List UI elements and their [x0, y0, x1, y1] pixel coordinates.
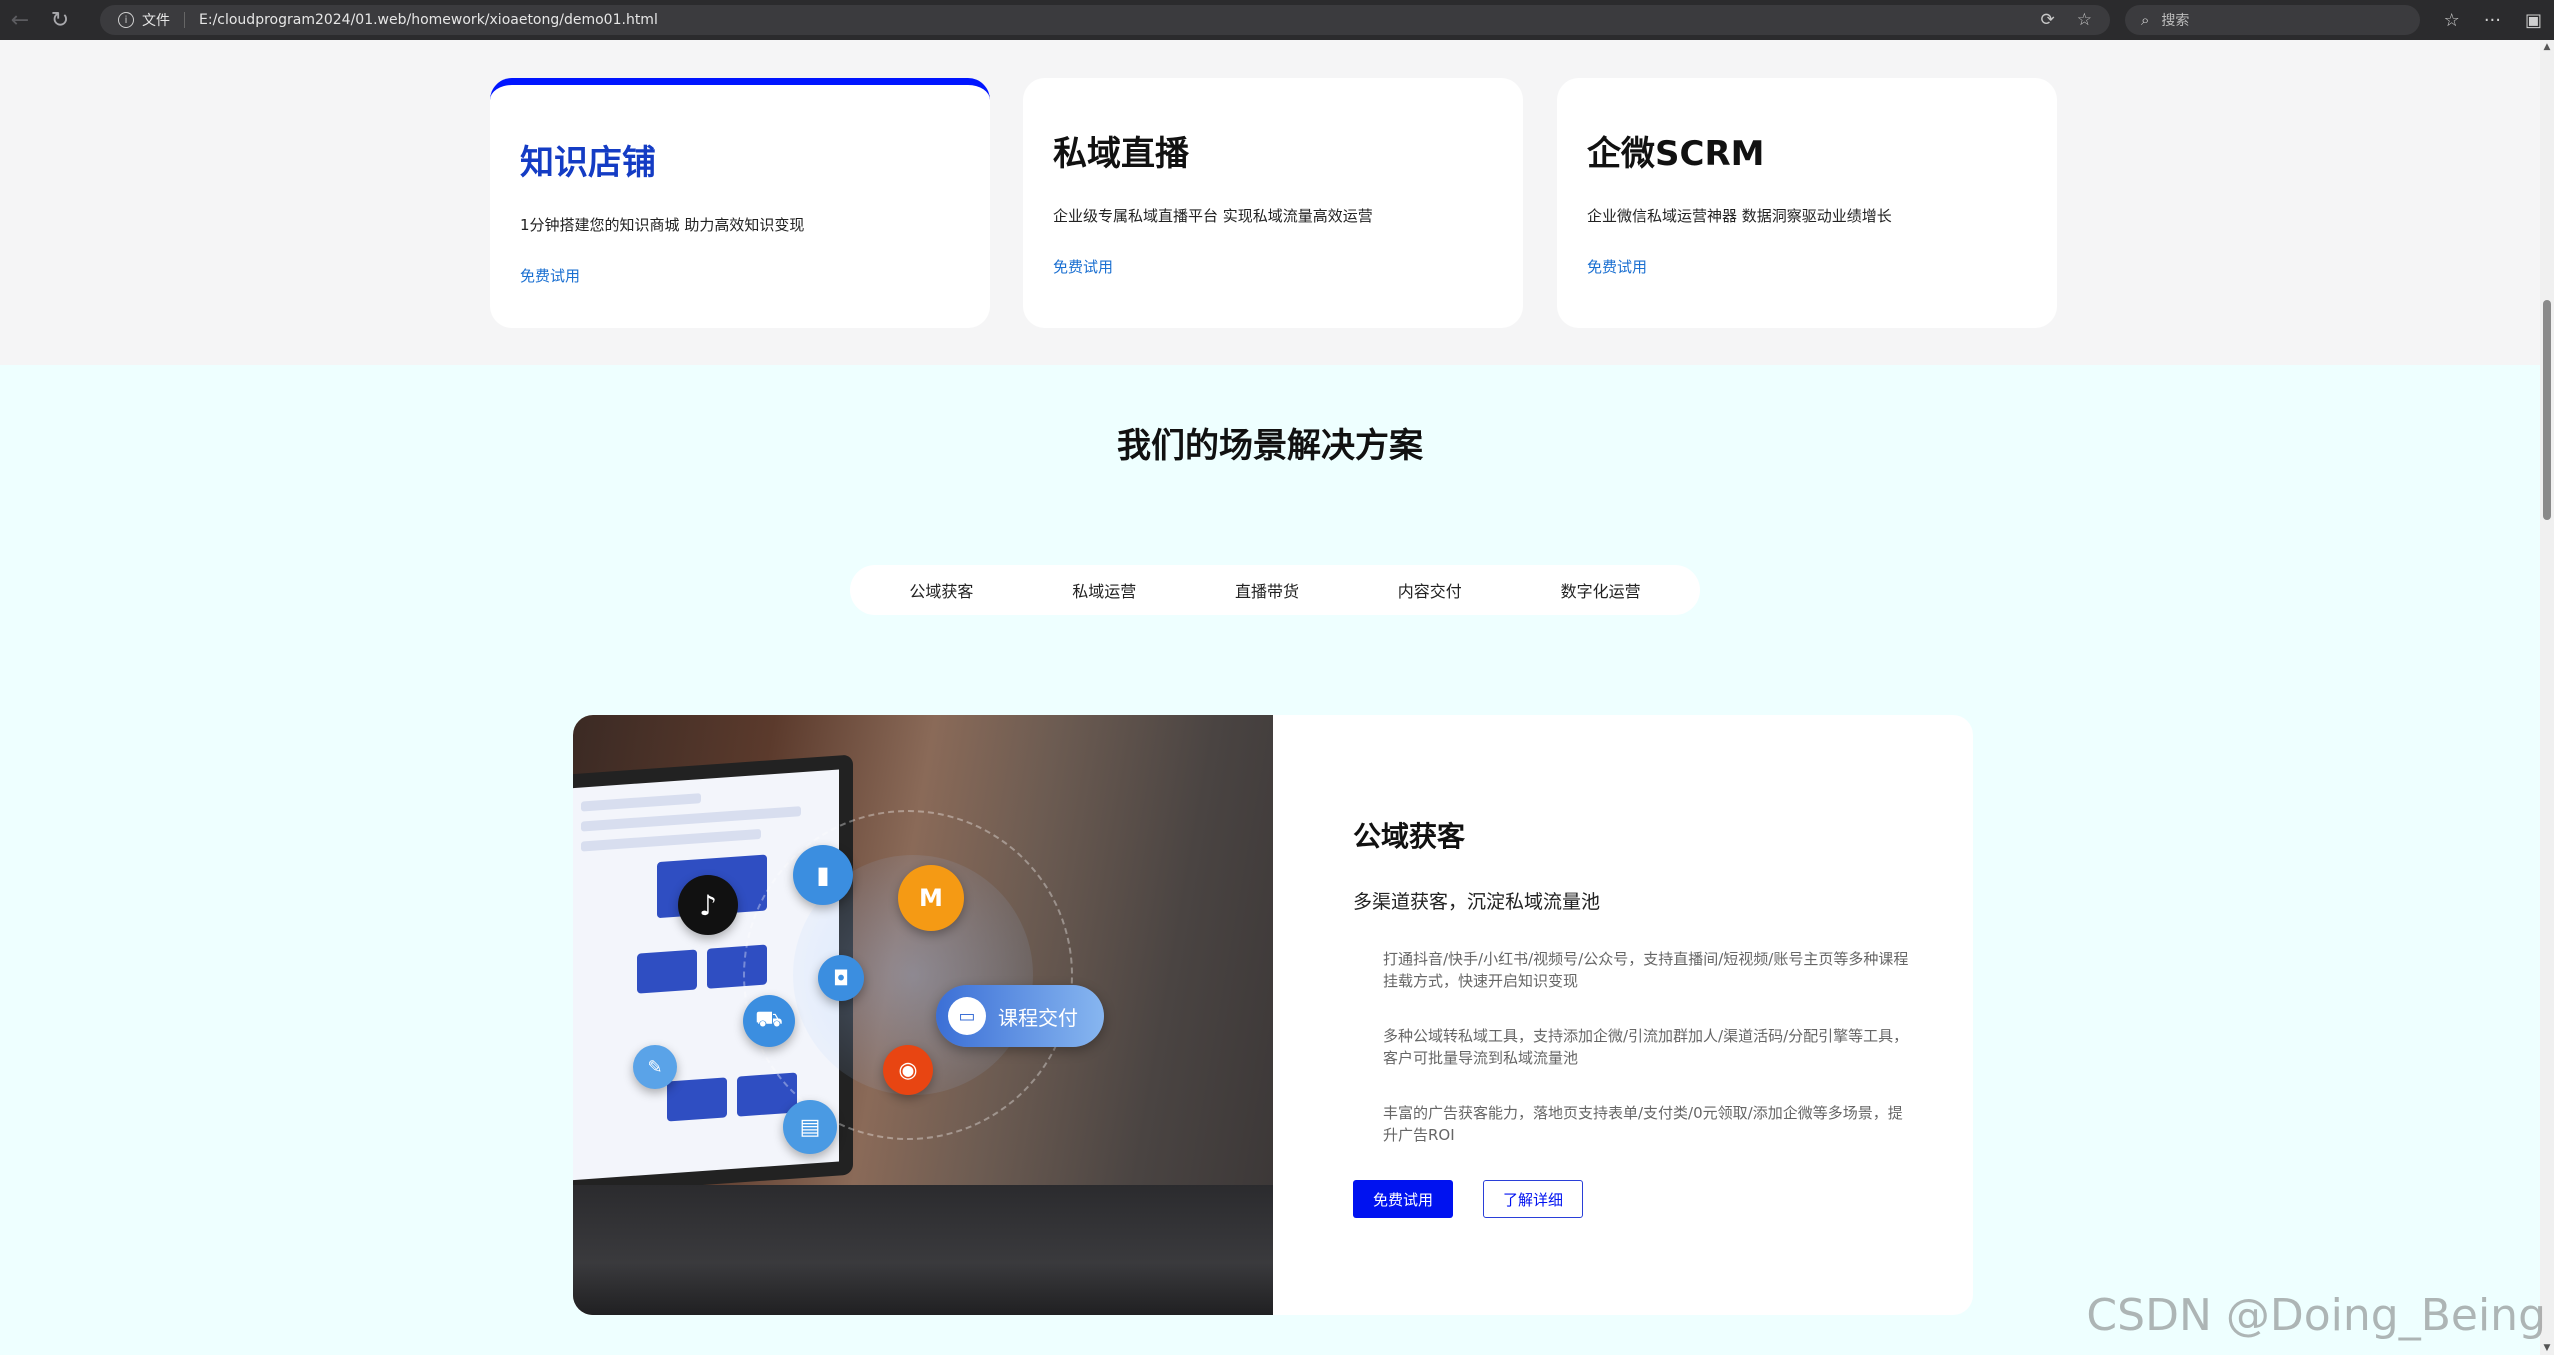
free-trial-link[interactable]: 免费试用	[520, 265, 960, 286]
scroll-up-icon[interactable]: ▲	[2540, 40, 2554, 54]
product-card-private-live[interactable]: 私域直播 企业级专属私域直播平台 实现私域流量高效运营 免费试用	[1023, 78, 1523, 328]
tv-icon: ▭	[948, 997, 986, 1035]
search-icon: ⌕	[2141, 11, 2150, 29]
divider	[184, 12, 185, 28]
product-desc: 企业微信私域运营神器 数据洞察驱动业绩增长	[1587, 207, 1892, 225]
product-card-knowledge-store[interactable]: 知识店铺 1分钟搭建您的知识商城 助力高效知识变现 免费试用	[490, 78, 990, 328]
more-menu-icon[interactable]: ···	[2484, 10, 2501, 31]
free-trial-button[interactable]: 免费试用	[1353, 1180, 1453, 1218]
product-desc: 企业级专属私域直播平台 实现私域流量高效运营	[1053, 207, 1373, 225]
scrollbar-thumb[interactable]	[2543, 300, 2551, 520]
product-title: 私域直播	[1053, 134, 1189, 174]
favorites-icon[interactable]: ☆	[2444, 10, 2460, 31]
file-label: 文件	[142, 13, 170, 29]
camera-icon: ◉	[883, 1045, 933, 1095]
panel-heading: 公域获客	[1353, 820, 1466, 853]
search-input[interactable]: ⌕ 搜索	[2125, 5, 2420, 35]
product-desc: 1分钟搭建您的知识商城 助力高效知识变现	[520, 216, 805, 234]
tab-live-commerce[interactable]: 直播带货	[1235, 578, 1299, 602]
m-logo-icon: M	[898, 865, 964, 931]
address-bar[interactable]: i 文件 E:/cloudprogram2024/01.web/homework…	[100, 5, 2110, 35]
panel-content: 公域获客 多渠道获客，沉淀私域流量池 打通抖音/快手/小红书/视频号/公众号，支…	[1353, 715, 1913, 1315]
course-delivery-pill: ▭ 课程交付	[936, 985, 1104, 1047]
chart-icon: ▮	[793, 845, 853, 905]
scene-solutions-section: 我们的场景解决方案 公域获客 私域运营 直播带货 内容交付 数字化运营 ♪ ▮	[0, 365, 2540, 1355]
learn-more-button[interactable]: 了解详细	[1483, 1180, 1583, 1218]
info-icon[interactable]: i	[118, 12, 134, 28]
search-placeholder: 搜索	[2161, 13, 2190, 29]
section-title: 我们的场景解决方案	[1117, 426, 1423, 466]
watermark: CSDN @Doing_Being	[2086, 1290, 2546, 1341]
translate-icon[interactable]: ⟳	[2041, 10, 2055, 30]
shopping-bag-icon: ◘	[818, 955, 864, 1001]
note-icon: ✎	[633, 1045, 677, 1089]
page-scrollbar[interactable]: ▲ ▼	[2540, 40, 2554, 1355]
product-section: 知识店铺 1分钟搭建您的知识商城 助力高效知识变现 免费试用 私域直播 企业级专…	[0, 40, 2540, 365]
panel-description: 打通抖音/快手/小红书/视频号/公众号，支持直播间/短视频/账号主页等多种课程挂…	[1383, 950, 1909, 990]
tiktok-icon: ♪	[678, 875, 738, 935]
product-card-scrm[interactable]: 企微SCRM 企业微信私域运营神器 数据洞察驱动业绩增长 免费试用	[1557, 78, 2057, 328]
tab-private-operation[interactable]: 私域运营	[1072, 578, 1136, 602]
panel-description: 多种公域转私域工具，支持添加企微/引流加群加人/渠道活码/分配引擎等工具，客户可…	[1383, 1027, 1909, 1067]
free-trial-link[interactable]: 免费试用	[1053, 256, 1493, 277]
refresh-icon[interactable]: ↻	[40, 0, 80, 40]
book-icon: ▤	[783, 1100, 837, 1154]
sidebar-icon[interactable]: ▣	[2525, 10, 2542, 31]
hero-image: ♪ ▮ M ◘ ⛟ ✎ ◉ ▤ ▭ 课程交付	[573, 715, 1273, 1315]
free-trial-link[interactable]: 免费试用	[1587, 256, 2027, 277]
laptop-keyboard	[573, 1185, 1273, 1315]
cart-icon: ⛟	[743, 995, 795, 1047]
panel-subtitle: 多渠道获客，沉淀私域流量池	[1353, 891, 1601, 913]
back-icon[interactable]: ←	[0, 0, 40, 40]
product-title: 知识店铺	[520, 143, 656, 183]
panel-description: 丰富的广告获客能力，落地页支持表单/支付类/0元领取/添加企微等多场景，提升广告…	[1383, 1104, 1903, 1144]
scroll-down-icon[interactable]: ▼	[2540, 1341, 2554, 1355]
pill-label: 课程交付	[998, 1005, 1078, 1030]
scene-panel: ♪ ▮ M ◘ ⛟ ✎ ◉ ▤ ▭ 课程交付 公域获客 多渠道获客，沉淀私域流量…	[573, 715, 1973, 1315]
scene-tabs: 公域获客 私域运营 直播带货 内容交付 数字化运营	[850, 565, 1700, 615]
tab-content-delivery[interactable]: 内容交付	[1398, 578, 1462, 602]
tab-public-acquisition[interactable]: 公域获客	[909, 578, 973, 602]
browser-toolbar: ← ↻ i 文件 E:/cloudprogram2024/01.web/home…	[0, 0, 2554, 40]
tab-digital-operation[interactable]: 数字化运营	[1561, 578, 1641, 602]
url-text[interactable]: E:/cloudprogram2024/01.web/homework/xioa…	[199, 12, 658, 28]
product-title: 企微SCRM	[1587, 134, 1765, 174]
favorite-star-icon[interactable]: ☆	[2077, 10, 2092, 30]
